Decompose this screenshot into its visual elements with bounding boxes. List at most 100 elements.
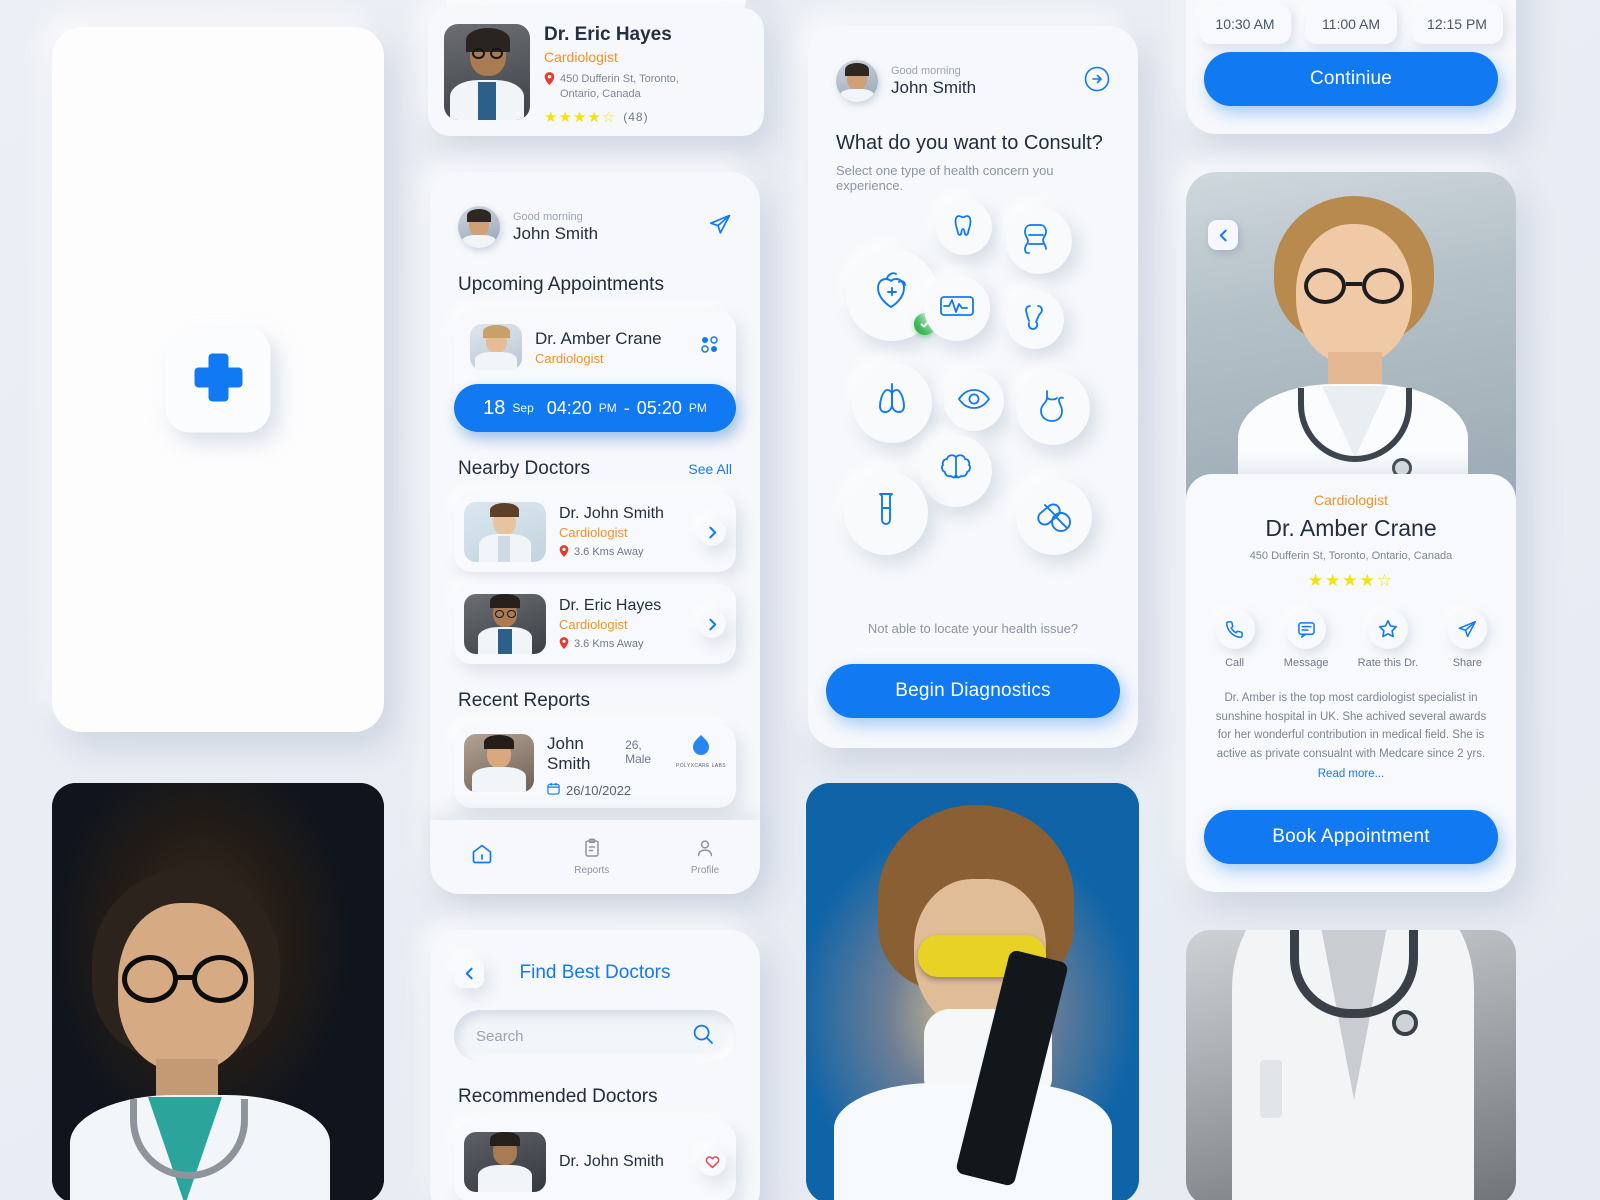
continue-button[interactable]: Continiue <box>1204 52 1498 106</box>
option-brain[interactable] <box>920 435 992 507</box>
avatar[interactable] <box>836 60 878 102</box>
report-date: 26/10/2022 <box>566 782 632 798</box>
rate-label: Rate this Dr. <box>1357 657 1419 669</box>
call-action[interactable]: Call <box>1214 609 1255 669</box>
appointment-month: Sep <box>512 401 534 415</box>
message-label: Message <box>1283 657 1329 669</box>
time-slot[interactable]: 11:00 AM <box>1305 4 1397 44</box>
health-concern-grid <box>808 199 1138 623</box>
doctor-specialty: Cardiologist <box>544 49 618 65</box>
option-tooth[interactable] <box>936 199 992 255</box>
nearby-doctors-header: Nearby Doctors See All <box>430 458 760 480</box>
doctor-summary-card[interactable]: Dr. Eric Hayes Cardiologist 450 Dufferin… <box>428 8 764 136</box>
star-rating: ★★★★☆ <box>544 108 617 126</box>
option-bone-joint[interactable] <box>1006 291 1064 349</box>
grid-dots-icon[interactable] <box>700 335 720 360</box>
report-patient-photo <box>464 734 534 792</box>
tooth-icon <box>949 210 979 245</box>
appointment-start-time: 04:20 <box>546 397 592 418</box>
ecg-heartbeat-icon <box>938 287 976 330</box>
appointment-time-pill[interactable]: 18 Sep 04:20 PM - 05:20 PM <box>454 384 736 432</box>
see-all-link[interactable]: See All <box>688 461 732 477</box>
time-slot-row: 10:30 AM 11:00 AM 12:15 PM <box>1186 0 1516 44</box>
appointment-start-meridiem: PM <box>598 401 617 415</box>
find-doctors-screen: Find Best Doctors Recommended Doctors Dr… <box>430 930 760 1200</box>
nearby-doctor-distance-row: 3.6 Kms Away <box>559 636 685 652</box>
report-item[interactable]: John Smith 26, Male 26/10/2022 POLYXCARE… <box>454 724 736 808</box>
home-screen: Good morning John Smith Upcoming Appoint… <box>430 172 760 894</box>
search-bar[interactable] <box>454 1010 736 1062</box>
read-more-link[interactable]: Read more... <box>1186 768 1516 780</box>
nearby-doctor-photo <box>464 502 546 562</box>
nearby-doctor-photo <box>464 594 546 654</box>
doctor-detail-sheet: Cardiologist Dr. Amber Crane 450 Dufferi… <box>1186 474 1516 892</box>
nearby-doctor-item[interactable]: Dr. Eric Hayes Cardiologist 3.6 Kms Away <box>454 584 736 664</box>
recommended-doctor-item[interactable]: Dr. John Smith <box>454 1122 736 1200</box>
find-doctors-title: Find Best Doctors <box>519 962 671 983</box>
detail-specialty: Cardiologist <box>1314 492 1388 508</box>
option-heart-organ[interactable] <box>846 249 938 341</box>
tab-reports[interactable]: Reports <box>574 838 609 876</box>
report-patient-meta: 26, Male <box>625 738 652 766</box>
option-intestine[interactable] <box>1006 208 1072 274</box>
brain-icon <box>936 449 976 494</box>
option-ecg[interactable] <box>924 275 990 341</box>
avatar[interactable] <box>458 206 500 248</box>
greeting-label: Good morning <box>891 64 961 77</box>
book-appointment-button[interactable]: Book Appointment <box>1204 810 1498 864</box>
option-lungs[interactable] <box>852 363 932 443</box>
chevron-right-icon[interactable] <box>698 610 726 638</box>
tab-reports-label: Reports <box>574 865 610 876</box>
send-plane-icon[interactable] <box>708 213 732 242</box>
arrow-right-circle-icon[interactable] <box>1084 66 1110 97</box>
consult-subtitle: Select one type of health concern you ex… <box>836 163 1054 193</box>
doctor-address: 450 Dufferin St, Toronto, Ontario, Canad… <box>560 73 679 100</box>
photo-asian-doctor <box>52 783 384 1200</box>
time-slot[interactable]: 10:30 AM <box>1199 4 1291 44</box>
user-name: John Smith <box>891 77 977 97</box>
time-slot[interactable]: 12:15 PM <box>1411 4 1503 44</box>
share-action[interactable]: Share <box>1447 609 1488 669</box>
share-icon <box>1447 609 1488 649</box>
search-icon[interactable] <box>692 1023 714 1050</box>
option-test-tube[interactable] <box>844 471 928 555</box>
chevron-left-icon[interactable] <box>1208 220 1238 250</box>
test-tube-icon <box>864 489 908 538</box>
report-date-row: 26/10/2022 <box>547 782 663 798</box>
call-label: Call <box>1225 657 1245 669</box>
doctor-address-row: 450 Dufferin St, Toronto, Ontario, Canad… <box>544 72 748 102</box>
upcoming-appointments-title: Upcoming Appointments <box>458 274 664 295</box>
app-logo <box>165 327 271 432</box>
appointment-card[interactable]: Dr. Amber Crane Cardiologist 18 Sep 04:2… <box>454 310 736 432</box>
recent-reports-title: Recent Reports <box>458 690 591 711</box>
nearby-doctor-item[interactable]: Dr. John Smith Cardiologist 3.6 Kms Away <box>454 492 736 572</box>
search-input[interactable] <box>476 1027 692 1045</box>
message-action[interactable]: Message <box>1283 609 1329 669</box>
nearby-doctor-name: Dr. Eric Hayes <box>559 596 662 614</box>
bottom-tab-bar: Reports Profile <box>430 820 760 894</box>
appointment-time-separator: - <box>623 397 630 418</box>
find-doctors-header: Find Best Doctors <box>430 930 760 988</box>
option-pills[interactable] <box>1016 479 1092 555</box>
doctor-rating: ★★★★☆ (48) <box>544 108 748 126</box>
appointment-doctor-specialty: Cardiologist <box>535 350 604 366</box>
doctor-name: Dr. Eric Hayes <box>544 24 672 45</box>
tab-home[interactable] <box>471 843 493 872</box>
location-pin-icon <box>559 636 569 652</box>
booking-slots-card: 10:30 AM 11:00 AM 12:15 PM Continiue <box>1186 0 1516 134</box>
detail-rating: ★★★★☆ <box>1307 571 1395 590</box>
chevron-right-icon[interactable] <box>698 518 726 546</box>
home-header: Good morning John Smith <box>430 172 760 248</box>
tab-profile[interactable]: Profile <box>691 838 719 876</box>
heart-icon[interactable] <box>698 1148 726 1176</box>
rate-action[interactable]: Rate this Dr. <box>1357 609 1419 669</box>
appointment-day: 18 <box>483 396 506 419</box>
option-stomach[interactable] <box>1016 371 1090 445</box>
begin-diagnostics-button[interactable]: Begin Diagnostics <box>826 664 1120 718</box>
detail-doctor-name: Dr. Amber Crane <box>1265 515 1437 541</box>
location-pin-icon <box>559 544 569 560</box>
option-eye[interactable] <box>944 371 1004 431</box>
recommended-doctor-photo <box>464 1132 546 1192</box>
consult-header: Good morning John Smith <box>808 26 1138 102</box>
phone-icon <box>1214 609 1255 649</box>
